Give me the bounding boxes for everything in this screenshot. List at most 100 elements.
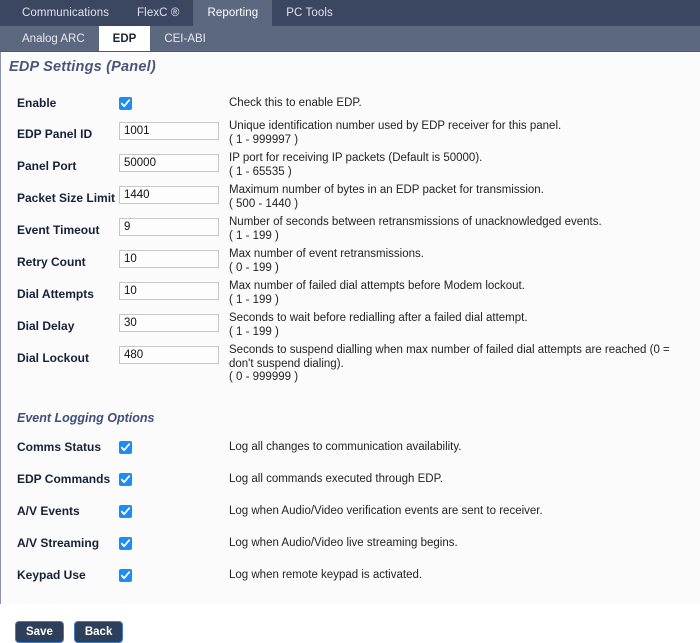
control-event-timeout: [119, 215, 229, 236]
check-icon: [120, 99, 131, 108]
control-dial-attempts: [119, 279, 229, 300]
tab-communications[interactable]: Communications: [8, 0, 123, 26]
control-packet-size-limit: [119, 183, 229, 204]
input-event-timeout[interactable]: [119, 218, 219, 236]
section-heading-event-logging: Event Logging Options: [17, 411, 155, 425]
input-dial-attempts[interactable]: [119, 282, 219, 300]
tab-cei-abi-label: CEI-ABI: [164, 32, 206, 45]
desc-av-streaming: Log when Audio/Video live streaming begi…: [229, 537, 458, 549]
label-packet-size-limit: Packet Size Limit: [17, 191, 116, 205]
check-icon: [120, 443, 131, 452]
checkbox-comms-status[interactable]: [119, 441, 132, 455]
label-event-timeout: Event Timeout: [17, 223, 100, 237]
desc-event-timeout-text: Number of seconds between retransmission…: [229, 216, 602, 228]
input-edp-panel-id[interactable]: [119, 122, 219, 140]
save-button[interactable]: Save: [15, 621, 64, 643]
label-retry-count: Retry Count: [17, 255, 86, 269]
desc-event-timeout: Number of seconds between retransmission…: [229, 215, 700, 243]
edp-settings-page: Communications FlexC ® Reporting PC Tool…: [0, 0, 700, 643]
tab-analog-arc[interactable]: Analog ARC: [8, 26, 99, 51]
row-packet-size-limit: Packet Size Limit Maximum number of byte…: [1, 183, 700, 215]
page-body: EDP Settings (Panel) Enable Check this t…: [0, 52, 700, 643]
tab-reporting[interactable]: Reporting: [193, 0, 273, 26]
check-icon: [120, 539, 131, 548]
row-enable: Enable Check this to enable EDP.: [1, 87, 700, 119]
tab-flexc[interactable]: FlexC ®: [123, 0, 193, 26]
desc-av-events: Log when Audio/Video verification events…: [229, 505, 543, 517]
desc-retry-count: Max number of event retransmissions. ( 0…: [229, 247, 700, 275]
checkbox-edp-commands[interactable]: [119, 473, 132, 487]
action-buttons: Save Back: [1, 621, 700, 643]
control-retry-count: [119, 247, 229, 268]
desc-dial-attempts-text: Max number of failed dial attempts befor…: [229, 280, 525, 292]
desc-panel-port: IP port for receiving IP packets (Defaul…: [229, 151, 700, 179]
desc-comms-status: Log all changes to communication availab…: [229, 441, 462, 453]
range-event-timeout: ( 1 - 199 ): [229, 229, 279, 242]
range-edp-panel-id: ( 1 - 999997 ): [229, 133, 299, 146]
range-dial-attempts: ( 1 - 199 ): [229, 293, 279, 306]
row-comms-status: Comms Status Log all changes to communic…: [1, 431, 700, 463]
label-av-events: A/V Events: [17, 504, 80, 518]
row-panel-port: Panel Port IP port for receiving IP pack…: [1, 151, 700, 183]
desc-edp-panel-id-text: Unique identification number used by EDP…: [229, 120, 562, 132]
range-panel-port: ( 1 - 65535 ): [229, 165, 292, 178]
label-panel-port: Panel Port: [17, 159, 77, 173]
tab-pc-tools[interactable]: PC Tools: [272, 0, 347, 26]
control-dial-delay: [119, 311, 229, 332]
input-retry-count[interactable]: [119, 250, 219, 268]
label-keypad-use: Keypad Use: [17, 568, 86, 582]
label-dial-attempts: Dial Attempts: [17, 287, 94, 301]
input-dial-lockout[interactable]: [119, 346, 219, 364]
row-edp-panel-id: EDP Panel ID Unique identification numbe…: [1, 119, 700, 151]
settings-form: Enable Check this to enable EDP. EDP Pan…: [1, 87, 700, 387]
range-packet-size-limit: ( 500 - 1440 ): [229, 197, 299, 210]
check-icon: [120, 571, 131, 580]
label-comms-status: Comms Status: [17, 440, 102, 454]
desc-packet-size-limit: Maximum number of bytes in an EDP packet…: [229, 183, 700, 211]
row-keypad-use: Keypad Use Log when remote keypad is act…: [1, 559, 700, 591]
desc-packet-size-limit-text: Maximum number of bytes in an EDP packet…: [229, 184, 544, 196]
desc-dial-lockout: Seconds to suspend dialling when max num…: [229, 343, 700, 385]
label-av-streaming: A/V Streaming: [17, 536, 100, 550]
row-edp-commands: EDP Commands Log all commands executed t…: [1, 463, 700, 495]
tab-analog-arc-label: Analog ARC: [22, 32, 85, 45]
range-retry-count: ( 0 - 199 ): [229, 261, 279, 274]
checkbox-enable[interactable]: [119, 97, 132, 111]
input-packet-size-limit[interactable]: [119, 186, 219, 204]
checkbox-keypad-use[interactable]: [119, 569, 132, 583]
desc-dial-attempts: Max number of failed dial attempts befor…: [229, 279, 700, 307]
control-edp-panel-id: [119, 119, 229, 140]
input-dial-delay[interactable]: [119, 314, 219, 332]
range-dial-delay: ( 1 - 199 ): [229, 325, 279, 338]
tab-reporting-label: Reporting: [207, 7, 259, 19]
desc-enable-text: Check this to enable EDP.: [229, 97, 362, 109]
desc-dial-lockout-text: Seconds to suspend dialling when max num…: [229, 344, 670, 370]
desc-panel-port-text: IP port for receiving IP packets (Defaul…: [229, 152, 483, 164]
back-button[interactable]: Back: [73, 621, 124, 643]
label-enable: Enable: [17, 96, 57, 110]
control-dial-lockout: [119, 343, 229, 364]
row-event-timeout: Event Timeout Number of seconds between …: [1, 215, 700, 247]
input-panel-port[interactable]: [119, 154, 219, 172]
desc-enable: Check this to enable EDP.: [229, 96, 700, 110]
row-av-streaming: A/V Streaming Log when Audio/Video live …: [1, 527, 700, 559]
control-comms-status: [119, 440, 229, 455]
tab-edp[interactable]: EDP: [98, 26, 151, 51]
label-dial-delay: Dial Delay: [17, 319, 75, 333]
desc-keypad-use: Log when remote keypad is activated.: [229, 569, 423, 581]
event-logging-list: Comms Status Log all changes to communic…: [1, 431, 700, 591]
row-av-events: A/V Events Log when Audio/Video verifica…: [1, 495, 700, 527]
control-edp-commands: [119, 472, 229, 487]
control-enable: [119, 96, 229, 111]
tab-communications-label: Communications: [22, 7, 110, 19]
control-av-streaming: [119, 536, 229, 551]
secondary-tabbar: Analog ARC EDP CEI-ABI: [0, 26, 700, 52]
checkbox-av-streaming[interactable]: [119, 537, 132, 551]
check-icon: [120, 475, 131, 484]
desc-dial-delay-text: Seconds to wait before redialling after …: [229, 312, 528, 324]
checkbox-av-events[interactable]: [119, 505, 132, 519]
range-dial-lockout: ( 0 - 999999 ): [229, 371, 299, 383]
check-icon: [120, 507, 131, 516]
desc-edp-panel-id: Unique identification number used by EDP…: [229, 119, 700, 147]
tab-cei-abi[interactable]: CEI-ABI: [150, 26, 220, 51]
